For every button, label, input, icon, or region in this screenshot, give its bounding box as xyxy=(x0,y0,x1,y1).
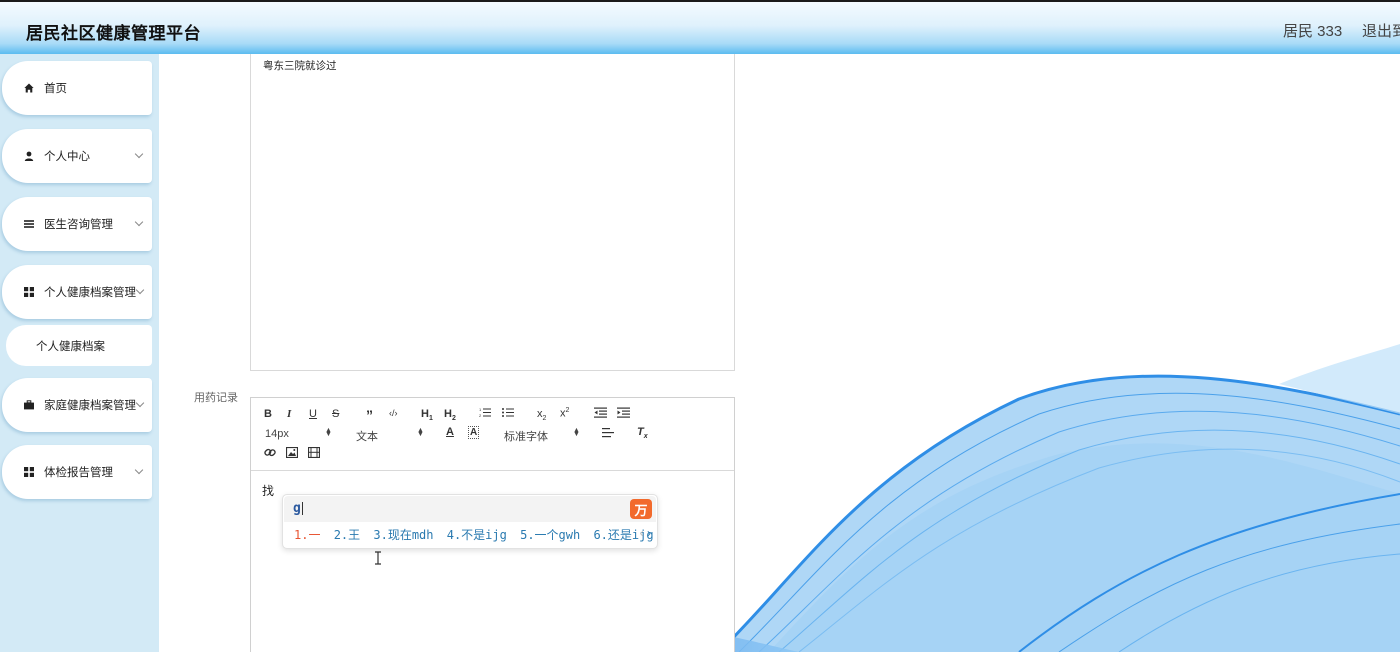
link-icon[interactable] xyxy=(264,447,276,461)
home-icon xyxy=(24,83,34,93)
sidebar-subitem-label: 个人健康档案 xyxy=(36,340,105,353)
ordered-list-icon[interactable]: 12 xyxy=(479,407,491,421)
image-icon[interactable] xyxy=(285,446,299,461)
main-content: 粤东三院就诊过 用药记录 B I U S ” ‹/› H1 H2 12 x2 x… xyxy=(159,54,1400,652)
h1-button[interactable]: H1 xyxy=(421,408,433,422)
bullet-list-icon[interactable] xyxy=(502,407,514,421)
sidebar-item-personal-health-records[interactable]: 个人健康档案管理 xyxy=(2,265,152,319)
background-color-button[interactable]: A xyxy=(468,426,480,439)
ime-candidate[interactable]: 1.一 xyxy=(294,528,320,542)
font-color-button[interactable]: A xyxy=(446,426,454,438)
ime-input-row: g 万 xyxy=(284,496,656,522)
grid-icon xyxy=(24,467,34,477)
editor-toolbar: B I U S ” ‹/› H1 H2 12 x2 x2 14px ▲ ▼ 文本… xyxy=(251,398,734,471)
sidebar-item-family-health-records[interactable]: 家庭健康档案管理 xyxy=(2,378,152,432)
chevron-down-icon xyxy=(134,217,144,227)
strike-button[interactable]: S xyxy=(332,408,339,420)
sidebar: 首页 个人中心 医生咨询管理 个人健康档案管理 个人健康档案 家庭健康档案管理 xyxy=(0,54,159,652)
ime-candidate[interactable]: 5.一个gwh xyxy=(520,528,580,542)
sidebar-item-label: 家庭健康档案管理 xyxy=(44,400,136,412)
sidebar-item-label: 个人健康档案管理 xyxy=(44,287,136,299)
ime-candidates: 1.一 2.王 3.现在mdh 4.不是ijg 5.一个gwh 6.还是ijg xyxy=(294,526,660,543)
superscript-button[interactable]: x2 xyxy=(560,407,569,420)
ime-popup: g 万 1.一 2.王 3.现在mdh 4.不是ijg 5.一个gwh 6.还是… xyxy=(282,494,658,549)
ime-next-icon[interactable]: › xyxy=(647,526,651,540)
logout-link[interactable]: 退出到 xyxy=(1362,20,1400,41)
sidebar-item-checkup-reports[interactable]: 体检报告管理 xyxy=(2,445,152,499)
current-user: 居民 333 xyxy=(1283,23,1343,40)
chevron-down-icon xyxy=(135,398,145,408)
chevron-down-icon xyxy=(134,149,144,159)
outdent-icon[interactable] xyxy=(594,407,607,421)
sidebar-item-label: 首页 xyxy=(44,83,67,95)
size-select-arrow-icon: ▲ ▼ xyxy=(325,427,332,438)
ime-candidate[interactable]: 4.不是ijg xyxy=(447,528,507,542)
sidebar-item-label: 医生咨询管理 xyxy=(44,219,113,231)
align-icon[interactable] xyxy=(602,427,614,441)
app-title: 居民社区健康管理平台 xyxy=(26,24,201,43)
svg-text:2: 2 xyxy=(479,413,482,418)
medication-record-label: 用药记录 xyxy=(194,392,238,404)
video-icon[interactable] xyxy=(307,446,321,461)
briefcase-icon xyxy=(24,400,34,410)
format-select[interactable]: 文本 xyxy=(356,428,378,444)
ime-composition: g xyxy=(293,501,303,516)
code-button[interactable]: ‹/› xyxy=(389,408,398,418)
sidebar-item-label: 个人中心 xyxy=(44,151,90,163)
subscript-button[interactable]: x2 xyxy=(537,408,546,422)
ime-page-nav: ‹ › xyxy=(640,526,651,540)
ime-prev-icon[interactable]: ‹ xyxy=(640,526,644,540)
font-select[interactable]: 标准字体 xyxy=(504,428,548,444)
clear-format-icon[interactable]: Tx xyxy=(637,426,648,440)
ime-candidate[interactable]: 3.现在mdh xyxy=(373,528,433,542)
list-icon xyxy=(24,219,34,229)
ime-logo-icon[interactable]: 万 xyxy=(630,499,652,519)
grid-icon xyxy=(24,287,34,297)
ime-candidate[interactable]: 2.王 xyxy=(334,528,360,542)
text-cursor-icon xyxy=(374,551,382,568)
sidebar-item-label: 体检报告管理 xyxy=(44,467,113,479)
previous-field-editor[interactable]: 粤东三院就诊过 xyxy=(250,54,735,371)
italic-button[interactable]: I xyxy=(287,408,291,420)
indent-icon[interactable] xyxy=(617,407,630,421)
sidebar-item-doctor-consult[interactable]: 医生咨询管理 xyxy=(2,197,152,251)
user-icon xyxy=(24,151,34,161)
sidebar-item-personal-center[interactable]: 个人中心 xyxy=(2,129,152,183)
bold-button[interactable]: B xyxy=(264,408,272,420)
sidebar-item-home[interactable]: 首页 xyxy=(2,61,152,115)
font-select-arrow-icon: ▲ ▼ xyxy=(573,427,580,438)
svg-text:1: 1 xyxy=(479,407,482,412)
blockquote-button[interactable]: ” xyxy=(366,407,373,423)
sidebar-subitem-personal-health-record[interactable]: 个人健康档案 xyxy=(6,325,152,366)
editor-content[interactable]: 找 xyxy=(262,482,274,499)
previous-field-text: 粤东三院就诊过 xyxy=(263,60,337,72)
size-select[interactable]: 14px xyxy=(265,428,289,440)
top-header: 居民社区健康管理平台 居民 333 退出到 xyxy=(0,0,1400,54)
underline-button[interactable]: U xyxy=(309,408,317,420)
chevron-down-icon xyxy=(135,285,145,295)
chevron-down-icon xyxy=(134,465,144,475)
format-select-arrow-icon: ▲ ▼ xyxy=(417,427,424,438)
h2-button[interactable]: H2 xyxy=(444,408,456,422)
